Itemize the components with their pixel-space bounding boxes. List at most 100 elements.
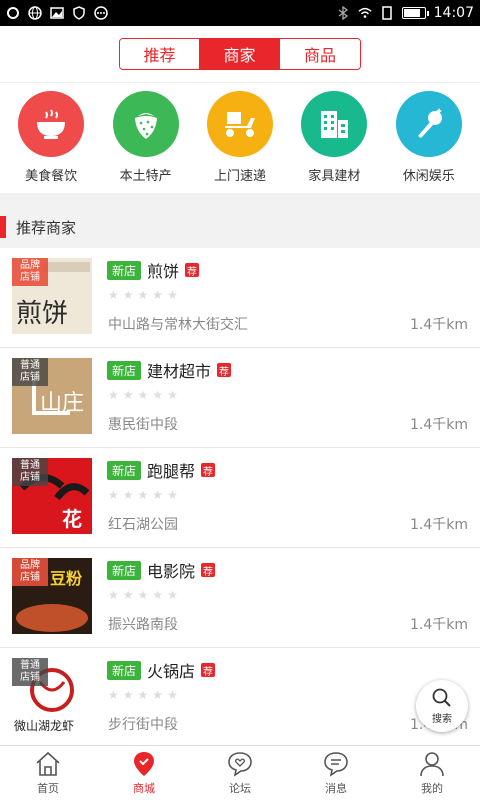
star-icon: ★: [137, 488, 149, 502]
star-icon: ★: [108, 288, 119, 302]
star-icon: ★: [122, 388, 134, 402]
star-icon: ★: [167, 688, 178, 702]
recommended-badge: 荐: [201, 463, 216, 478]
store-item[interactable]: 花 普通 店铺 新店 跑腿帮 荐 ★ ★ ★ ★ ★ 红石湖公园 1.4千km: [0, 448, 480, 548]
rating-stars: ★ ★ ★ ★ ★: [108, 288, 178, 302]
category-label: 本土特产: [119, 169, 172, 184]
store-item[interactable]: 煎饼 品牌 店铺 新店 煎饼 荐 ★ ★ ★ ★ ★ 中山路与常林大街交汇 1.4千km: [0, 248, 480, 348]
nav-label: 消息: [325, 782, 347, 795]
status-bar: 14:07: [0, 0, 480, 26]
category-local-specialty[interactable]: 本土特产: [101, 91, 191, 193]
store-address: 振兴路南段: [108, 617, 178, 633]
nav-forum[interactable]: 论坛: [192, 746, 288, 800]
regular-store-tag: 普通 店铺: [12, 358, 48, 386]
segmented-control: 推荐 商家 商品: [119, 38, 361, 70]
store-address: 步行街中段: [108, 717, 178, 733]
building-icon: [301, 91, 368, 157]
tab-recommend[interactable]: 推荐: [120, 39, 200, 69]
star-icon: ★: [137, 288, 149, 302]
brand-store-tag: 品牌 店铺: [12, 258, 48, 286]
star-icon: ★: [167, 488, 178, 502]
star-icon: ★: [137, 688, 149, 702]
new-store-badge: 新店: [107, 660, 142, 680]
category-furniture[interactable]: 家具建材: [289, 91, 379, 193]
nav-label: 首页: [37, 782, 59, 795]
rating-stars: ★ ★ ★ ★ ★: [108, 588, 178, 602]
category-label: 美食餐饮: [25, 169, 78, 184]
category-label: 家具建材: [308, 169, 361, 184]
category-label: 上门速递: [213, 169, 266, 184]
star-icon: ★: [152, 488, 164, 502]
category-food[interactable]: 美食餐饮: [6, 91, 96, 193]
wifi-icon: [358, 7, 372, 18]
bowl-icon: [18, 91, 85, 157]
tab-merchants[interactable]: 商家: [200, 39, 280, 69]
heart-chat-icon: [228, 752, 252, 777]
star-icon: ★: [167, 288, 178, 302]
star-icon: ★: [137, 588, 149, 602]
nav-label: 我的: [421, 782, 443, 795]
star-icon: ★: [108, 688, 119, 702]
store-distance: 1.4千km: [409, 417, 468, 433]
tab-products[interactable]: 商品: [280, 39, 360, 69]
svg-text:煎饼: 煎饼: [16, 299, 68, 329]
user-icon: [420, 752, 444, 777]
star-icon: ★: [108, 388, 119, 402]
store-name: 建材超市: [147, 362, 212, 381]
store-item[interactable]: 山庄 普通 店铺 新店 建材超市 荐 ★ ★ ★ ★ ★ 惠民街中段 1.4千km: [0, 348, 480, 448]
star-icon: ★: [122, 588, 134, 602]
store-distance: 1.4千km: [409, 617, 468, 633]
star-icon: ★: [122, 288, 134, 302]
store-address: 惠民街中段: [108, 417, 178, 433]
store-thumbnail: 煎饼 品牌 店铺: [12, 258, 92, 334]
store-name: 跑腿帮: [147, 462, 196, 481]
header: 推荐 商家 商品: [0, 26, 480, 82]
store-distance: 1.4千km: [409, 317, 468, 333]
star-icon: ★: [122, 688, 134, 702]
store-thumbnail: 微山湖龙虾 普通 店铺: [12, 658, 92, 734]
sync-icon: [7, 7, 19, 19]
rating-stars: ★ ★ ★ ★ ★: [108, 388, 178, 402]
brand-store-tag: 品牌 店铺: [12, 558, 48, 586]
bottom-nav: 首页 商城 论坛 消息 我的: [0, 745, 480, 800]
store-list[interactable]: 煎饼 品牌 店铺 新店 煎饼 荐 ★ ★ ★ ★ ★ 中山路与常林大街交汇 1.4千km…: [0, 248, 480, 745]
star-icon: ★: [152, 288, 164, 302]
category-row: 美食餐饮 本土特产 上门速递 家具建材 休闲娱乐: [0, 83, 480, 193]
nav-label: 论坛: [229, 782, 251, 795]
star-icon: ★: [167, 388, 178, 402]
location-pin-icon: [134, 752, 154, 776]
store-item[interactable]: 豆粉 品牌 店铺 新店 电影院 荐 ★ ★ ★ ★ ★ 振兴路南段 1.4千km: [0, 548, 480, 648]
store-thumbnail: 豆粉 品牌 店铺: [12, 558, 92, 634]
new-store-badge: 新店: [107, 560, 142, 580]
category-delivery[interactable]: 上门速递: [195, 91, 285, 193]
store-item[interactable]: 微山湖龙虾 普通 店铺 新店 火锅店 荐 ★★★★★ 步行街中段 1.4千km: [0, 648, 480, 745]
category-entertainment[interactable]: 休闲娱乐: [384, 91, 474, 193]
regular-store-tag: 普通 店铺: [12, 658, 48, 686]
star-icon: ★: [137, 388, 149, 402]
nav-home[interactable]: 首页: [0, 746, 96, 800]
microphone-icon: [395, 91, 462, 157]
nav-mall[interactable]: 商城: [96, 746, 192, 800]
recommended-badge: 荐: [201, 563, 216, 578]
status-time: 14:07: [433, 5, 474, 21]
recommended-badge: 荐: [185, 263, 200, 278]
store-address: 红石湖公园: [108, 517, 178, 533]
new-store-badge: 新店: [107, 460, 142, 480]
star-icon: ★: [167, 588, 178, 602]
search-icon: [432, 688, 451, 707]
nav-messages[interactable]: 消息: [288, 746, 384, 800]
rating-stars: ★ ★ ★ ★ ★: [108, 488, 178, 502]
strawberry-icon: [112, 91, 179, 157]
store-thumbnail: 花 普通 店铺: [12, 458, 92, 534]
store-thumbnail: 山庄 普通 店铺: [12, 358, 92, 434]
store-name: 煎饼: [147, 262, 180, 281]
globe-icon: [28, 6, 42, 20]
nav-profile[interactable]: 我的: [384, 746, 480, 800]
image-icon: [50, 7, 64, 19]
star-icon: ★: [108, 588, 119, 602]
search-button[interactable]: 搜索: [416, 680, 468, 732]
home-icon: [36, 751, 60, 776]
store-name: 电影院: [147, 562, 196, 581]
category-label: 休闲娱乐: [402, 169, 455, 184]
shield-icon: [73, 6, 85, 20]
